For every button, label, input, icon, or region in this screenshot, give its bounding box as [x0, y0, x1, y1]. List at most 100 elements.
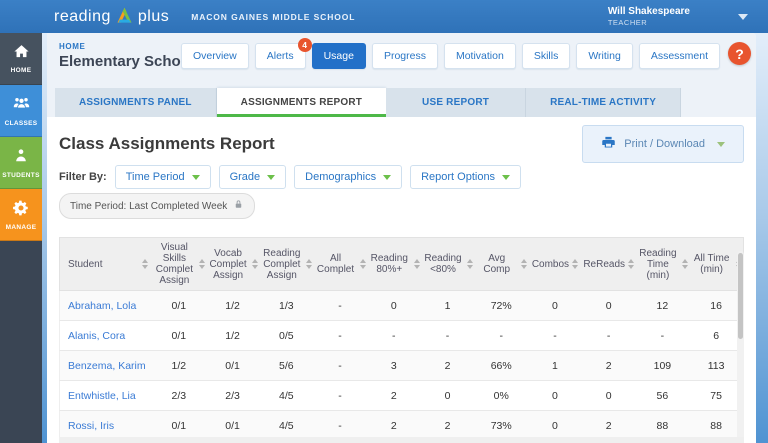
logo-word-reading: reading: [54, 8, 111, 26]
nav-tab-alerts[interactable]: Alerts4: [255, 43, 306, 69]
column-header-reading-80-[interactable]: Reading <80%: [421, 238, 475, 290]
sort-icon: [414, 259, 420, 269]
column-header-reading-complet-assign[interactable]: Reading Complet Assign: [259, 238, 313, 290]
nav-tab-usage[interactable]: Usage: [312, 43, 366, 69]
nav-tab-overview[interactable]: Overview: [181, 43, 249, 69]
print-download-label: Print / Download: [624, 138, 705, 150]
content-card: HOME Elementary School Class OverviewAle…: [47, 33, 756, 443]
table-cell: 2: [582, 411, 636, 440]
printer-icon: [601, 135, 616, 153]
student-link[interactable]: Benzema, Karim: [60, 351, 152, 380]
column-header-all-time-min-[interactable]: All Time (min): [689, 238, 743, 290]
student-link[interactable]: Rossi, Iris: [60, 411, 152, 440]
table-cell: 2: [367, 381, 421, 410]
column-header-combos[interactable]: Combos: [528, 238, 582, 290]
table-cell: 4/5: [259, 381, 313, 410]
scrollbar-thumb[interactable]: [738, 253, 743, 339]
sort-icon: [467, 259, 473, 269]
table-cell: -: [474, 321, 528, 350]
table-cell: 0: [528, 291, 582, 320]
column-header-rereads[interactable]: ReReads: [582, 238, 636, 290]
sidebar: HOME CLASSES STUDENTS MANAGE: [0, 33, 42, 443]
subtab-real-time-activity[interactable]: REAL-TIME ACTIVITY: [526, 88, 681, 117]
classes-icon: [12, 94, 31, 118]
table-cell: 109: [636, 351, 690, 380]
subtab-assignments-report[interactable]: ASSIGNMENTS REPORT: [217, 88, 386, 117]
table-cell: 1/2: [206, 321, 260, 350]
table-cell: -: [313, 351, 367, 380]
table-cell: 0: [528, 411, 582, 440]
filter-dropdown-report-options[interactable]: Report Options: [410, 165, 521, 189]
home-icon: [13, 43, 30, 65]
filter-dropdown-demographics[interactable]: Demographics: [294, 165, 402, 189]
active-filter-tag[interactable]: Time Period: Last Completed Week: [59, 193, 255, 219]
table-cell: 0: [367, 291, 421, 320]
print-download-button[interactable]: Print / Download: [582, 125, 744, 163]
column-header-all-complet[interactable]: All Complet: [313, 238, 367, 290]
alerts-badge: 4: [298, 38, 312, 52]
table-cell: 12: [636, 291, 690, 320]
nav-tab-assessment[interactable]: Assessment: [639, 43, 720, 69]
table-cell: 73%: [474, 411, 528, 440]
nav-tab-progress[interactable]: Progress: [372, 43, 438, 69]
sort-icon: [521, 259, 527, 269]
table-row: Alanis, Cora0/11/20/5-------6: [59, 321, 744, 351]
student-link[interactable]: Abraham, Lola: [60, 291, 152, 320]
sort-icon: [306, 259, 312, 269]
page-header: HOME Elementary School Class OverviewAle…: [47, 33, 756, 117]
table-cell: 0/1: [206, 351, 260, 380]
table-cell: 2: [421, 351, 475, 380]
nav-tab-writing[interactable]: Writing: [576, 43, 632, 69]
table-cell: -: [528, 321, 582, 350]
filter-by-label: Filter By:: [59, 171, 107, 183]
table-cell: 1/2: [206, 291, 260, 320]
column-header-reading-time-min-[interactable]: Reading Time (min): [636, 238, 690, 290]
nav-tab-skills[interactable]: Skills: [522, 43, 571, 69]
sort-icon: [142, 259, 148, 269]
subtab-assignments-panel[interactable]: ASSIGNMENTS PANEL: [55, 88, 217, 117]
table-cell: -: [313, 381, 367, 410]
lock-icon: [233, 199, 244, 213]
table-body: Abraham, Lola0/11/21/3-0172%001216Alanis…: [59, 291, 744, 441]
assignments-table: Student Visual Skills Complet Assign Voc…: [59, 237, 744, 441]
filter-bar: Filter By: Time Period Grade Demographic…: [59, 163, 744, 191]
sidebar-item-classes[interactable]: CLASSES: [0, 85, 42, 137]
table-cell: -: [313, 411, 367, 440]
filter-dropdown-time-period[interactable]: Time Period: [115, 165, 211, 189]
user-menu[interactable]: Will Shakespeare TEACHER: [608, 0, 748, 33]
reading-plus-logo[interactable]: reading plus: [54, 6, 169, 27]
table-cell: 0/5: [259, 321, 313, 350]
table-cell: -: [367, 321, 421, 350]
table-cell: 2/3: [206, 381, 260, 410]
column-header-reading-80-[interactable]: Reading 80%+: [367, 238, 421, 290]
table-cell: -: [313, 291, 367, 320]
school-name: MACON GAINES MIDDLE SCHOOL: [191, 12, 355, 22]
column-header-avg-comp[interactable]: Avg Comp: [474, 238, 528, 290]
table-scrollbar[interactable]: [737, 251, 744, 443]
column-header-student[interactable]: Student: [60, 238, 152, 290]
student-link[interactable]: Alanis, Cora: [60, 321, 152, 350]
table-bottom-strip: [59, 437, 744, 443]
filter-dropdown-grade[interactable]: Grade: [219, 165, 287, 189]
help-button[interactable]: ?: [728, 42, 751, 65]
chevron-down-icon: [267, 175, 275, 180]
table-cell: 3: [367, 351, 421, 380]
table-cell: 4/5: [259, 411, 313, 440]
sidebar-item-home[interactable]: HOME: [0, 33, 42, 85]
user-name: Will Shakespeare: [608, 6, 690, 18]
nav-tab-motivation[interactable]: Motivation: [444, 43, 516, 69]
table-cell: 0: [528, 381, 582, 410]
sidebar-item-students[interactable]: STUDENTS: [0, 137, 42, 189]
student-link[interactable]: Entwhistle, Lia: [60, 381, 152, 410]
students-icon: [12, 147, 30, 170]
table-cell: -: [421, 321, 475, 350]
column-header-vocab-complet-assign[interactable]: Vocab Complet Assign: [206, 238, 260, 290]
sidebar-item-manage[interactable]: MANAGE: [0, 189, 42, 241]
logo-word-plus: plus: [138, 8, 169, 26]
table-cell: -: [313, 321, 367, 350]
chevron-down-icon: [738, 14, 748, 20]
subtab-use-report[interactable]: USE REPORT: [386, 88, 526, 117]
chevron-down-icon: [383, 175, 391, 180]
column-header-visual-skills-complet-assign[interactable]: Visual Skills Complet Assign: [152, 238, 206, 290]
chevron-down-icon: [502, 175, 510, 180]
